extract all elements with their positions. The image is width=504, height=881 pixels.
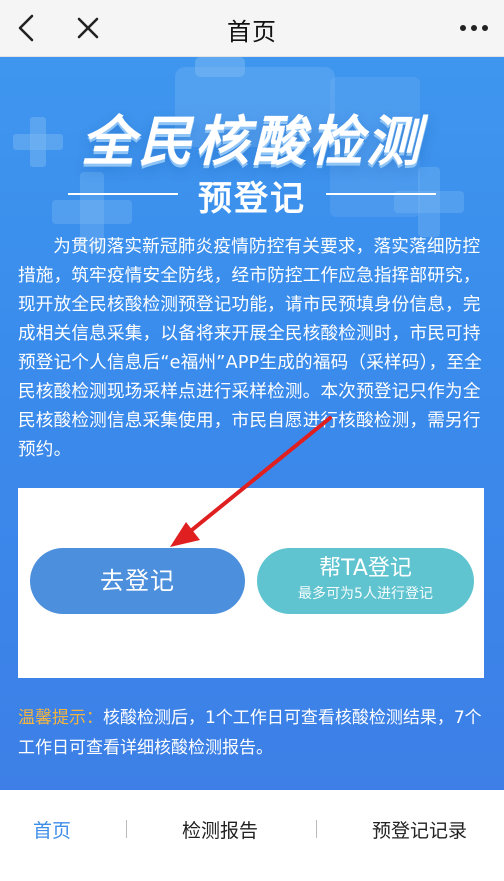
top-nav-bar: 首页 bbox=[0, 0, 504, 57]
warm-tip-label: 温馨提示： bbox=[18, 708, 103, 728]
tab-divider bbox=[126, 820, 127, 838]
tab-test-report[interactable]: 检测报告 bbox=[182, 816, 258, 843]
register-for-others-hint: 最多可为5人进行登记 bbox=[298, 586, 433, 602]
app-screen: 首页 全民核酸检测 预登记 为贯彻落实新冠肺炎疫情防控有关要求，落实落细防控措施… bbox=[0, 0, 504, 881]
intro-paragraph: 为贯彻落实新冠肺炎疫情防控有关要求，落实落细防控措施，筑牢疫情安全防线，经市防控… bbox=[18, 237, 482, 460]
register-for-others-label: 帮TA登记 bbox=[319, 556, 412, 581]
action-card: 去登记 帮TA登记 最多可为5人进行登记 bbox=[18, 488, 484, 678]
register-for-others-button[interactable]: 帮TA登记 最多可为5人进行登记 bbox=[257, 548, 474, 614]
more-options-icon[interactable] bbox=[458, 15, 490, 41]
hero-banner: 全民核酸检测 预登记 为贯彻落实新冠肺炎疫情防控有关要求，落实落细防控措施，筑牢… bbox=[0, 57, 504, 790]
warm-tip: 温馨提示：核酸检测后，1个工作日可查看核酸检测结果，7个工作日可查看详细核酸检测… bbox=[18, 703, 488, 763]
page-title: 首页 bbox=[227, 18, 277, 46]
tab-home[interactable]: 首页 bbox=[33, 816, 71, 843]
tab-divider bbox=[316, 820, 317, 838]
register-button[interactable]: 去登记 bbox=[30, 548, 245, 614]
campaign-title: 全民核酸检测 bbox=[81, 110, 423, 173]
bottom-tab-bar: 首页 检测报告 预登记记录 bbox=[0, 790, 504, 881]
campaign-subtitle: 预登记 bbox=[198, 179, 306, 219]
tab-preregistration-records[interactable]: 预登记记录 bbox=[372, 816, 467, 843]
